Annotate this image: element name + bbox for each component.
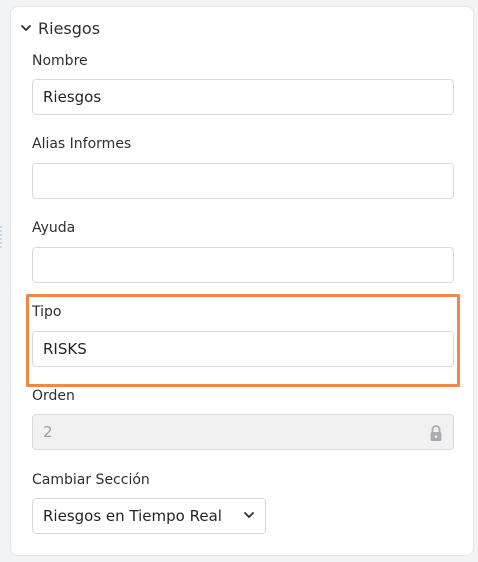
tipo-label: Tipo (32, 304, 62, 320)
tipo-value: RISKS (43, 340, 87, 358)
chevron-down-icon (243, 507, 255, 525)
resize-handle[interactable] (0, 226, 2, 250)
cambiar-seccion-label: Cambiar Sección (32, 472, 150, 488)
chevron-down-icon (20, 19, 32, 38)
tipo-input[interactable]: RISKS (32, 331, 454, 367)
alias-informes-label: Alias Informes (32, 136, 132, 152)
ayuda-label: Ayuda (32, 220, 76, 236)
section-panel: Riesgos Nombre Riesgos Alias Informes Ay… (10, 6, 474, 556)
nombre-label: Nombre (32, 53, 88, 69)
orden-value: 2 (43, 423, 53, 441)
nombre-input[interactable]: Riesgos (32, 79, 454, 115)
alias-informes-input[interactable] (32, 163, 454, 199)
cambiar-seccion-value: Riesgos en Tiempo Real (43, 507, 222, 525)
orden-input: 2 (32, 414, 454, 450)
lock-icon (429, 424, 443, 442)
nombre-value: Riesgos (43, 88, 102, 106)
section-header[interactable]: Riesgos (20, 19, 100, 38)
ayuda-input[interactable] (32, 247, 454, 283)
orden-label: Orden (32, 388, 75, 404)
cambiar-seccion-select[interactable]: Riesgos en Tiempo Real (32, 498, 266, 534)
section-title: Riesgos (38, 19, 101, 38)
